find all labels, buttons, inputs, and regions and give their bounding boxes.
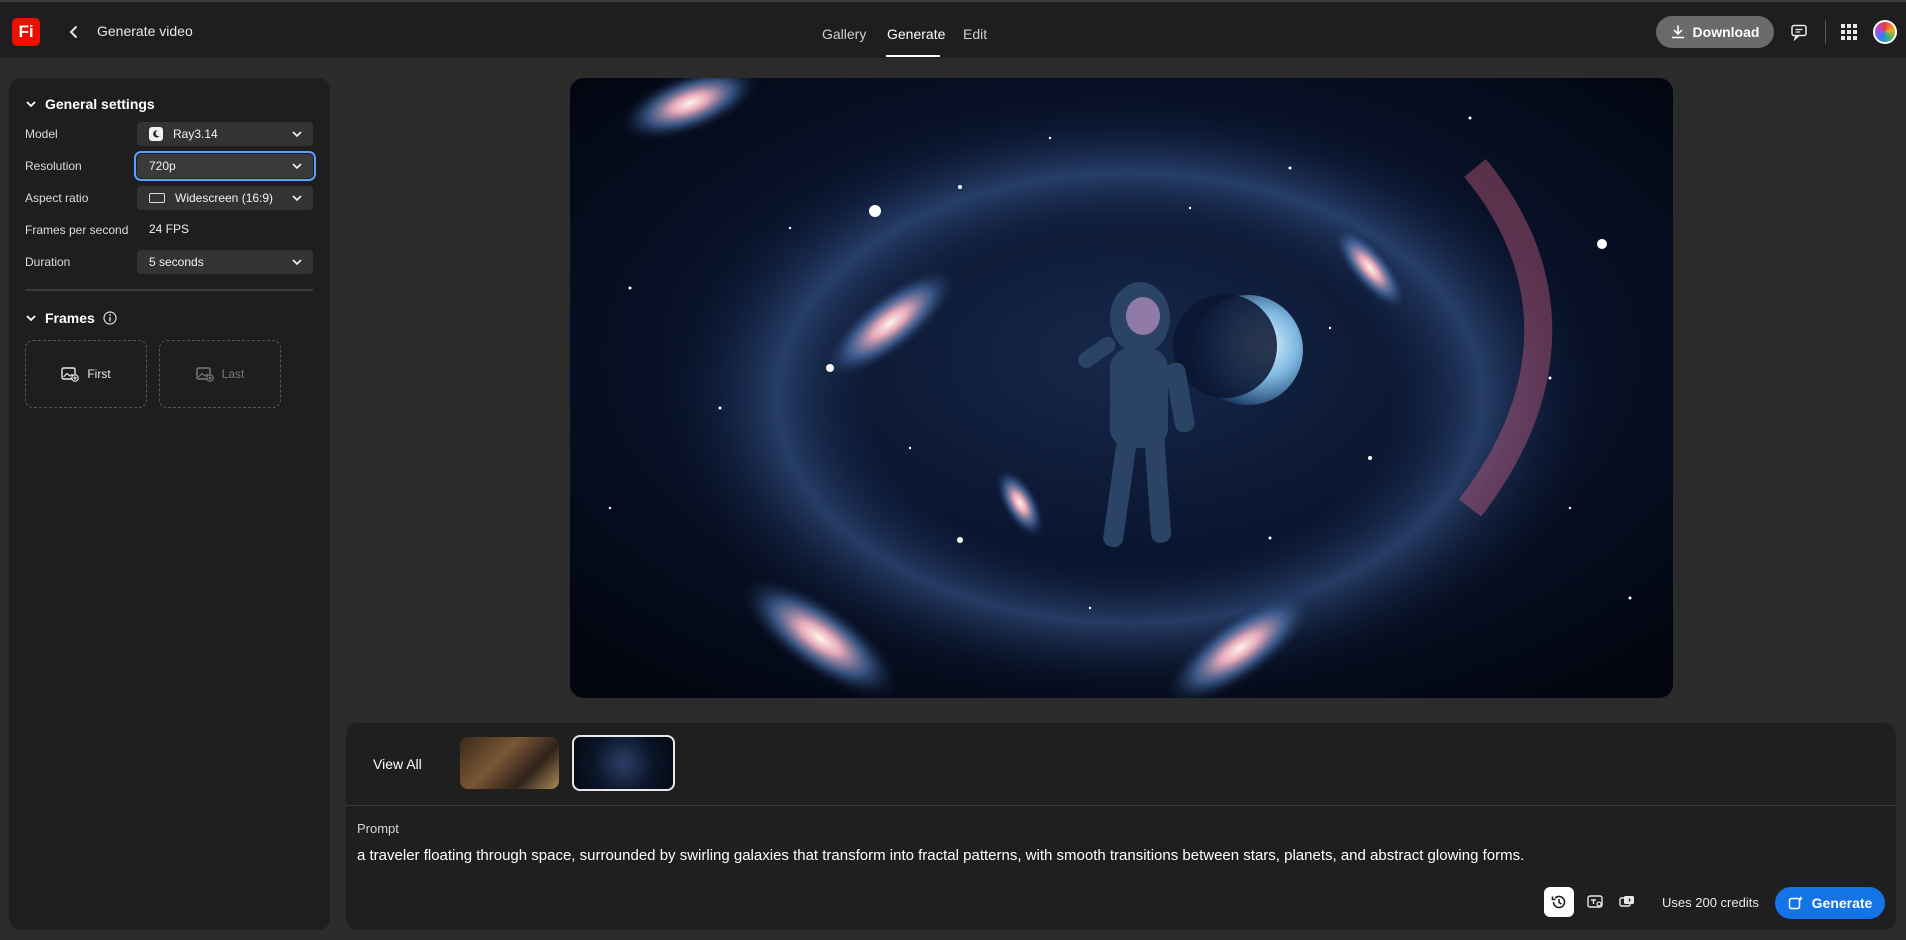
download-icon [1671, 25, 1684, 39]
resolution-select[interactable]: 720p [134, 151, 316, 181]
model-value: Ray3.14 [173, 127, 218, 141]
video-preview[interactable] [570, 78, 1673, 698]
tab-edit[interactable]: Edit [963, 26, 987, 42]
last-frame-slot[interactable]: Last [159, 340, 281, 408]
chevron-down-icon [26, 315, 36, 322]
history-icon [1551, 895, 1566, 909]
comment-icon [1791, 24, 1807, 41]
generation-thumbnail[interactable] [460, 737, 559, 789]
aspect-ratio-select[interactable]: Widescreen (16:9) [137, 186, 313, 210]
prompt-input[interactable]: a traveler floating through space, surro… [357, 847, 1524, 864]
comment-button[interactable] [1787, 20, 1811, 44]
generate-button[interactable]: Generate [1775, 887, 1885, 919]
generation-thumbnail-selected[interactable] [572, 735, 675, 791]
avatar[interactable] [1873, 20, 1897, 44]
frames-heading: Frames [45, 310, 95, 326]
add-image-icon [195, 367, 214, 382]
apps-grid-icon [1841, 24, 1857, 40]
top-bar: Fi Generate video Gallery Generate Edit … [0, 0, 1906, 58]
general-settings-toggle[interactable]: General settings [25, 96, 155, 112]
back-button[interactable] [62, 20, 86, 44]
fps-label: Frames per second [25, 223, 129, 237]
generated-video-frame [570, 78, 1673, 698]
prompt-panel: View All Prompt a traveler floating thro… [346, 723, 1896, 930]
view-all-button[interactable]: View All [373, 756, 422, 772]
generate-icon [1788, 896, 1803, 910]
model-label: Model [25, 127, 58, 141]
credits-icon-button[interactable] [1612, 887, 1642, 917]
chevron-down-icon [291, 160, 303, 172]
resolution-label: Resolution [25, 159, 82, 173]
section-divider [25, 289, 313, 291]
tab-generate[interactable]: Generate [887, 26, 945, 42]
aspect-ratio-label: Aspect ratio [25, 191, 89, 205]
chevron-down-icon [291, 256, 303, 268]
tab-bar: Gallery Generate Edit [0, 2, 1906, 60]
last-frame-label: Last [221, 367, 245, 381]
add-image-icon [61, 367, 80, 382]
prompt-label: Prompt [357, 821, 399, 836]
duration-label: Duration [25, 255, 71, 269]
tab-gallery[interactable]: Gallery [822, 26, 866, 42]
chevron-down-icon [291, 128, 303, 140]
chevron-down-icon [26, 101, 36, 108]
widescreen-icon [149, 193, 165, 203]
frames-toggle[interactable]: Frames [25, 310, 117, 326]
model-icon [149, 127, 163, 141]
credits-label: Uses 200 credits [1662, 895, 1759, 910]
apps-button[interactable] [1837, 20, 1861, 44]
duration-value: 5 seconds [149, 255, 204, 269]
first-frame-label: First [87, 367, 111, 381]
chevron-left-icon [69, 26, 77, 38]
download-button[interactable]: Download [1656, 16, 1774, 48]
panel-divider [346, 805, 1896, 806]
toolbar-divider [1825, 20, 1826, 44]
model-select[interactable]: Ray3.14 [137, 122, 313, 146]
aspect-ratio-value: Widescreen (16:9) [175, 191, 274, 205]
settings-panel: General settings Model Ray3.14 Resolutio… [9, 78, 330, 930]
prompt-settings-button[interactable] [1580, 887, 1610, 917]
credits-icon [1619, 896, 1634, 907]
active-tab-indicator [886, 55, 940, 57]
generate-label: Generate [1811, 895, 1873, 911]
app-logo[interactable]: Fi [12, 18, 40, 46]
page-title: Generate video [97, 23, 193, 39]
first-frame-slot[interactable]: First [25, 340, 147, 408]
general-settings-heading: General settings [45, 96, 155, 112]
info-icon [103, 311, 117, 325]
history-button[interactable] [1544, 887, 1574, 917]
chevron-down-icon [291, 192, 303, 204]
duration-select[interactable]: 5 seconds [137, 250, 313, 274]
fps-value: 24 FPS [149, 222, 190, 236]
resolution-value: 720p [149, 159, 176, 173]
text-settings-icon [1587, 895, 1603, 908]
download-label: Download [1692, 24, 1760, 40]
